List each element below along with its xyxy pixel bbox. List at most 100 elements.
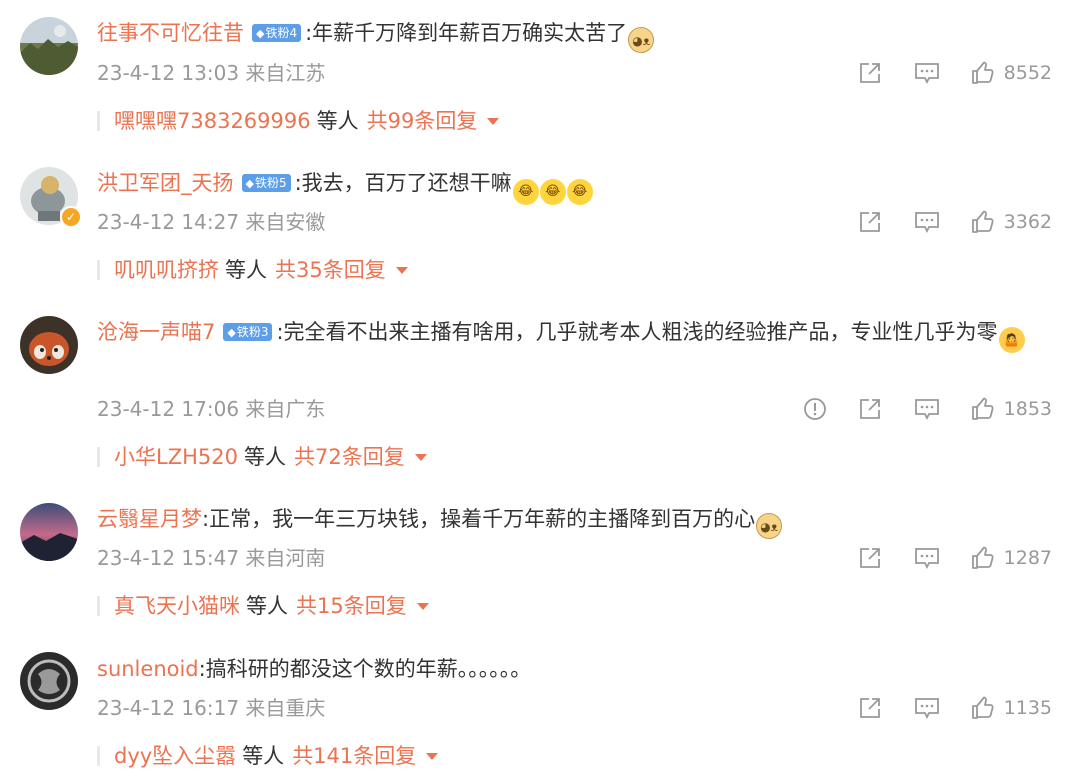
username[interactable]: 沧海一声喵7 — [97, 320, 215, 344]
action-bar: 3362 — [828, 208, 1052, 236]
like-button[interactable]: 8552 — [970, 61, 1052, 85]
like-button[interactable]: 1135 — [970, 696, 1052, 720]
comment-icon — [914, 698, 939, 720]
comment-item: 往事不可忆往昔 ◆铁粉4:年薪千万降到年薪百万确实太苦了 ◕ᴥ 23-4-12 13… — [0, 0, 1080, 150]
reply-summary[interactable]: 嘿嘿嘿7383269996 等人 共99条回复 — [97, 106, 500, 136]
reply-count-link[interactable]: 共72条回复 — [294, 445, 405, 469]
avatar[interactable] — [20, 503, 78, 561]
comment-item: 沧海一声喵7 ◆铁粉3:完全看不出来主播有啥用，几乎就考本人粗浅的经验推产品，专业… — [0, 300, 1080, 486]
divider — [97, 596, 100, 616]
avatar[interactable] — [20, 652, 78, 710]
share-button[interactable] — [858, 696, 884, 720]
fan-badge-label: 铁粉5 — [254, 176, 287, 190]
diamond-icon: ◆ — [245, 177, 254, 190]
share-button[interactable] — [858, 210, 884, 234]
caret-down-icon[interactable] — [414, 454, 427, 461]
thumbs-up-icon — [971, 210, 994, 233]
reply-user[interactable]: 叽叽叽挤挤 — [114, 258, 219, 282]
location: 来自安徽 — [245, 210, 326, 234]
caret-down-icon[interactable] — [426, 753, 439, 760]
like-button[interactable]: 1287 — [970, 546, 1052, 570]
reply-summary[interactable]: 叽叽叽挤挤 等人 共35条回复 — [97, 255, 408, 285]
action-bar: 1287 — [828, 544, 1052, 572]
comment-text: :年薪千万降到年薪百万确实太苦了 — [305, 21, 628, 45]
username[interactable]: 往事不可忆往昔 — [97, 21, 244, 45]
verified-badge-icon: ✓ — [60, 206, 82, 228]
username[interactable]: 云翳星月梦 — [97, 507, 202, 531]
like-button[interactable]: 3362 — [970, 210, 1052, 234]
location: 来自河南 — [245, 546, 326, 570]
reply-summary[interactable]: 真飞天小猫咪 等人 共15条回复 — [97, 591, 429, 621]
doge-emoji-icon: ◕ᴥ — [628, 27, 655, 53]
reply-user[interactable]: 小华LZH520 — [114, 445, 238, 469]
share-button[interactable] — [858, 61, 884, 85]
reply-etc: 等人 — [242, 744, 285, 768]
reply-etc: 等人 — [316, 109, 359, 133]
username[interactable]: 洪卫军团_天扬 — [97, 171, 234, 195]
share-button[interactable] — [858, 546, 884, 570]
fan-badge[interactable]: ◆铁粉5 — [241, 174, 291, 192]
comment-meta: 23-4-12 13:03 来自江苏 — [97, 59, 325, 87]
comment-button[interactable] — [914, 61, 940, 85]
like-count: 1853 — [1003, 398, 1052, 420]
report-icon — [803, 398, 826, 420]
shrug-emoji-icon: 🤷 — [998, 327, 1025, 353]
diamond-icon: ◆ — [256, 27, 265, 40]
reply-count-link[interactable]: 共35条回复 — [275, 258, 386, 282]
reply-count-link[interactable]: 共15条回复 — [296, 594, 407, 618]
reply-count-link[interactable]: 共99条回复 — [367, 109, 478, 133]
comment-line: 往事不可忆往昔 ◆铁粉4:年薪千万降到年薪百万确实太苦了 ◕ᴥ — [97, 18, 655, 53]
comment-button[interactable] — [914, 696, 940, 720]
like-button[interactable]: 1853 — [970, 397, 1052, 421]
reply-etc: 等人 — [243, 445, 286, 469]
divider — [97, 111, 100, 131]
avatar[interactable] — [20, 17, 78, 75]
comment-text: :正常，我一年三万块钱，操着千万年薪的主播降到百万的心 — [202, 507, 756, 531]
location: 来自重庆 — [245, 696, 326, 720]
caret-down-icon[interactable] — [416, 603, 429, 610]
like-count: 1135 — [1003, 697, 1052, 719]
reply-summary[interactable]: 小华LZH520 等人 共72条回复 — [97, 442, 427, 472]
reply-user[interactable]: 嘿嘿嘿7383269996 — [114, 109, 311, 133]
comment-meta: 23-4-12 14:27 来自安徽 — [97, 208, 325, 236]
username[interactable]: sunlenoid — [97, 657, 199, 681]
timestamp: 23-4-12 13:03 — [97, 61, 240, 85]
fan-badge[interactable]: ◆铁粉4 — [252, 24, 302, 42]
comment-item: ✓ 洪卫军团_天扬 ◆铁粉5:我去，百万了还想干嘛 😂 😂 😂 23-4-12 14:2… — [0, 150, 1080, 300]
reply-count-link[interactable]: 共141条回复 — [292, 744, 416, 768]
comment-icon — [914, 548, 939, 570]
caret-down-icon[interactable] — [395, 267, 408, 274]
laugh-cry-emoji-icon: 😂 — [566, 179, 593, 205]
doge-emoji-icon: ◕ᴥ — [756, 513, 783, 539]
reply-etc: 等人 — [246, 594, 288, 618]
comment-item: sunlenoid:搞科研的都没这个数的年薪。。。。。。 23-4-12 16:… — [0, 636, 1080, 781]
comment-button[interactable] — [914, 546, 940, 570]
location: 来自江苏 — [245, 61, 326, 85]
like-count: 8552 — [1003, 62, 1052, 84]
comment-button[interactable] — [914, 210, 940, 234]
reply-user[interactable]: dyy坠入尘嚣 — [114, 744, 236, 768]
comment-icon — [914, 63, 939, 85]
share-icon — [859, 63, 880, 83]
share-button[interactable] — [858, 397, 884, 421]
thumbs-up-icon — [971, 397, 994, 420]
reply-summary[interactable]: dyy坠入尘嚣 等人 共141条回复 — [97, 741, 439, 771]
comment-button[interactable] — [914, 397, 940, 421]
fan-badge-label: 铁粉3 — [236, 325, 269, 339]
avatar[interactable] — [20, 316, 78, 374]
comment-line: 沧海一声喵7 ◆铁粉3:完全看不出来主播有啥用，几乎就考本人粗浅的经验推产品，专业… — [97, 315, 1057, 353]
comment-line: 洪卫军团_天扬 ◆铁粉5:我去，百万了还想干嘛 😂 😂 😂 — [97, 168, 593, 205]
report-button[interactable] — [802, 397, 828, 421]
diamond-icon: ◆ — [227, 326, 236, 339]
comment-line: sunlenoid:搞科研的都没这个数的年薪。。。。。。 — [97, 654, 531, 684]
comment-text: :完全看不出来主播有啥用，几乎就考本人粗浅的经验推产品，专业性几乎为零 — [276, 320, 998, 344]
action-bar: 1853 — [772, 395, 1052, 423]
comment-meta: 23-4-12 17:06 来自广东 — [97, 395, 325, 423]
reply-user[interactable]: 真飞天小猫咪 — [114, 594, 240, 618]
like-count: 1287 — [1003, 547, 1052, 569]
location: 来自广东 — [245, 397, 326, 421]
caret-down-icon[interactable] — [487, 118, 500, 125]
fan-badge[interactable]: ◆铁粉3 — [223, 323, 273, 341]
timestamp: 23-4-12 16:17 — [97, 696, 240, 720]
comment-line: 云翳星月梦:正常，我一年三万块钱，操着千万年薪的主播降到百万的心 ◕ᴥ — [97, 504, 783, 539]
